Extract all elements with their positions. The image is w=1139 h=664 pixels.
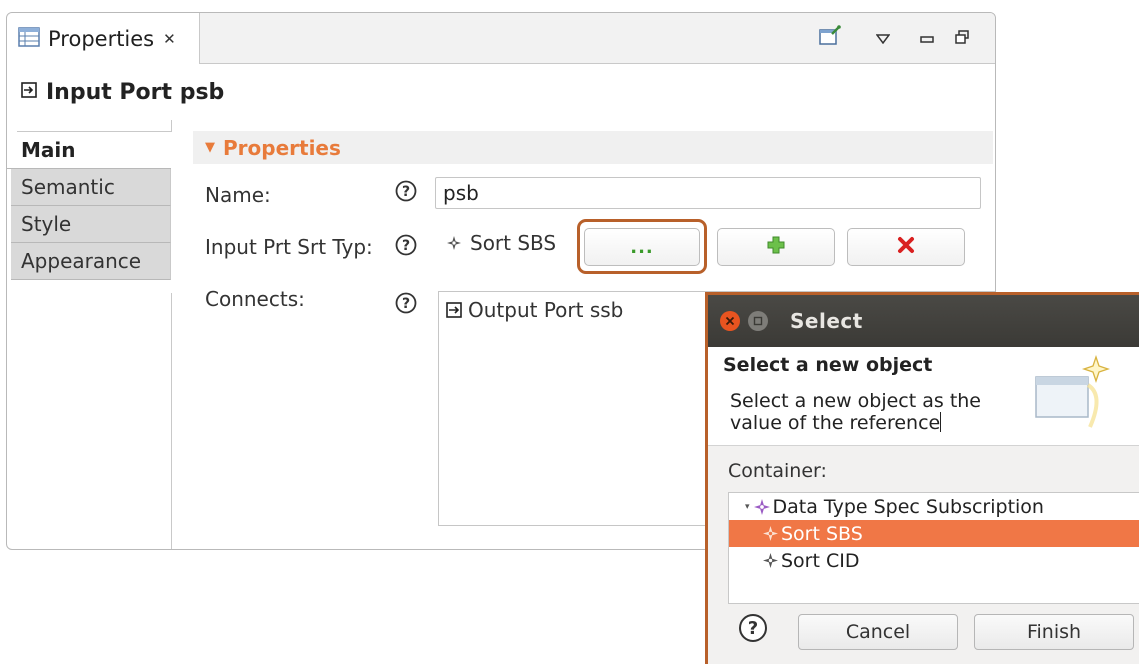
tab-main[interactable]: Main [7, 132, 171, 169]
remove-button[interactable] [847, 228, 965, 266]
tab-spacer [17, 120, 172, 132]
finish-button[interactable]: Finish [974, 614, 1134, 650]
svg-text:?: ? [748, 618, 758, 639]
window-close-button[interactable] [720, 311, 740, 331]
banner-message: Select a new object as the value of the … [730, 390, 981, 434]
tab-style[interactable]: Style [11, 206, 171, 243]
restore-icon [955, 29, 969, 48]
svg-text:?: ? [402, 296, 410, 312]
help-icon[interactable]: ? [395, 292, 417, 318]
close-icon [725, 316, 735, 326]
sort-type-value: Sort SBS [447, 231, 556, 255]
add-plus-icon [767, 236, 785, 258]
help-icon[interactable]: ? [395, 180, 417, 206]
tab-divider [171, 293, 172, 549]
view-menu-button[interactable] [873, 23, 893, 53]
help-icon: ? [739, 614, 767, 642]
tab-semantic[interactable]: Semantic [11, 169, 171, 206]
dialog-help-button[interactable]: ? [738, 613, 768, 647]
browse-button-label: ... [630, 236, 654, 258]
element-star-icon [447, 231, 461, 255]
tab-appearance[interactable]: Appearance [11, 243, 171, 280]
close-tab-icon[interactable]: ✕ [163, 30, 176, 48]
collapse-triangle-icon[interactable]: ▼ [205, 140, 215, 155]
add-button[interactable] [717, 228, 835, 266]
pin-view-button[interactable] [815, 23, 845, 53]
tree-item-sort-cid[interactable]: Sort CID [729, 547, 1139, 574]
remove-x-icon [897, 236, 915, 258]
sort-type-text: Sort SBS [470, 231, 557, 255]
expand-triangle-icon[interactable]: ▾ [745, 502, 750, 512]
tree-item-data-type-spec[interactable]: ▾ Data Type Spec Subscription [729, 493, 1139, 520]
sort-type-label: Input Prt Srt Typ: [205, 235, 373, 259]
help-icon[interactable]: ? [395, 234, 417, 260]
element-star-icon [763, 553, 778, 568]
connects-label: Connects: [205, 287, 305, 311]
svg-text:?: ? [402, 184, 410, 200]
name-input[interactable] [435, 177, 981, 209]
triangle-down-icon [875, 29, 891, 48]
properties-table-icon [18, 26, 40, 51]
dialog-banner: Select a new object Select a new object … [708, 347, 1139, 446]
element-star-icon [753, 498, 770, 515]
page-title: Input Port psb [46, 79, 225, 105]
tree-item-label: Sort CID [781, 549, 860, 572]
property-tabs: Main Semantic Style Appearance [7, 120, 172, 280]
input-port-icon [21, 82, 37, 102]
container-tree[interactable]: ▾ Data Type Spec Subscription Sort SBS S… [728, 492, 1139, 604]
minimize-icon [920, 29, 934, 48]
list-item-label: Output Port ssb [468, 298, 624, 322]
properties-header: Input Port psb [7, 64, 995, 120]
container-label: Container: [728, 460, 827, 482]
banner-title: Select a new object [723, 354, 933, 376]
restore-button[interactable] [952, 23, 972, 53]
section-title: Properties [223, 135, 341, 160]
window-maximize-button[interactable] [748, 311, 768, 331]
properties-tab[interactable]: Properties ✕ [7, 13, 200, 64]
output-port-icon [446, 302, 462, 318]
maximize-icon [753, 316, 763, 326]
dialog-titlebar[interactable]: Select [708, 295, 1139, 347]
browse-button[interactable]: ... [584, 228, 700, 266]
properties-section-header[interactable]: ▼ Properties [193, 131, 993, 164]
list-item[interactable]: Output Port ssb [446, 298, 623, 322]
wizard-banner-icon [1030, 354, 1111, 439]
view-tab-bar: Properties ✕ [7, 13, 995, 64]
properties-tab-label: Properties [48, 26, 155, 51]
element-star-icon [763, 526, 778, 541]
dialog-title: Select [790, 309, 863, 333]
select-dialog: Select Select a new object Select a new … [705, 292, 1139, 664]
tree-item-label: Data Type Spec Subscription [772, 495, 1044, 518]
name-label: Name: [205, 183, 271, 207]
svg-text:?: ? [402, 238, 410, 254]
minimize-button[interactable] [917, 23, 937, 53]
cancel-button[interactable]: Cancel [798, 614, 958, 650]
tree-item-label: Sort SBS [781, 522, 863, 545]
tree-item-sort-sbs[interactable]: Sort SBS [729, 520, 1139, 547]
pin-view-icon [818, 25, 842, 51]
